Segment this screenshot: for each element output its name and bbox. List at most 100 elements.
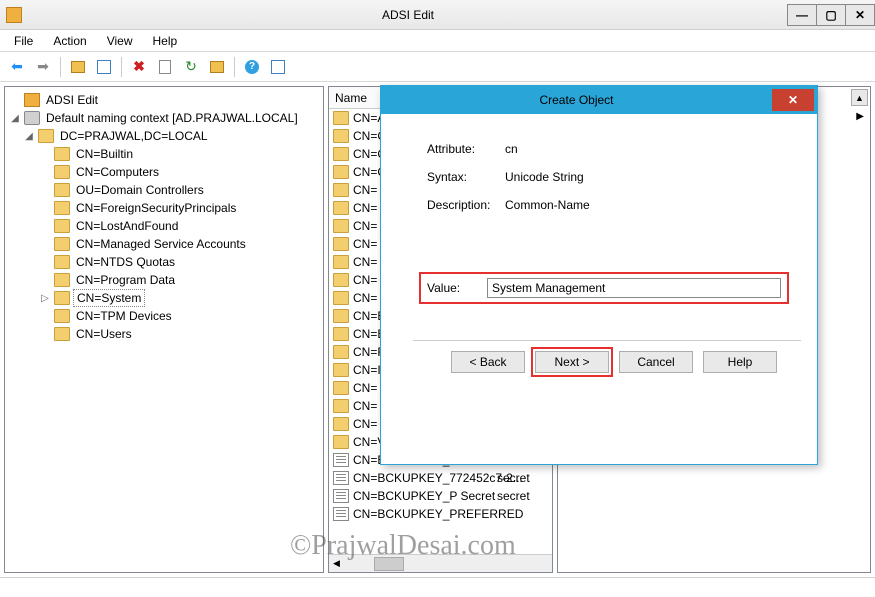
export-icon [210,61,224,73]
back-button[interactable]: < Back [451,351,525,373]
folder-icon [54,219,70,233]
toolbar: ⬅ ➡ ✖ ↻ ? [0,52,875,82]
minimize-button[interactable]: — [787,4,817,26]
tree-item[interactable]: OU=Domain Controllers [7,181,321,199]
context-icon [24,111,40,125]
syntax-label: Syntax: [427,170,505,184]
folder-icon [333,111,349,125]
list-item[interactable]: CN=BCKUPKEY_P Secretsecret [329,487,552,505]
tree-item[interactable]: ▷CN=System [7,289,321,307]
list-item[interactable]: CN=BCKUPKEY_772452c7-2...secret [329,469,552,487]
folder-icon [333,363,349,377]
app-icon [6,7,22,23]
folder-icon [333,435,349,449]
cancel-button[interactable]: Cancel [619,351,693,373]
folder-icon [54,255,70,269]
close-button[interactable]: ✕ [845,4,875,26]
menu-view[interactable]: View [99,32,141,50]
dialog-close-button[interactable]: ✕ [772,89,814,111]
syntax-value: Unicode String [505,170,584,184]
folder-icon [54,237,70,251]
folder-icon [333,399,349,413]
menu-help[interactable]: Help [145,32,186,50]
attribute-value: cn [505,142,518,156]
folder-icon [333,291,349,305]
next-button[interactable]: Next > [535,351,609,373]
folder-icon [54,291,70,305]
folder-icon [54,327,70,341]
sheet-button[interactable] [154,56,176,78]
window-title: ADSI Edit [28,8,788,22]
file-icon [333,471,349,485]
folder-icon [333,309,349,323]
list-item[interactable]: CN=BCKUPKEY_PREFERRED [329,505,552,523]
folder-icon [333,165,349,179]
file-icon [333,453,349,467]
tree-root[interactable]: ADSI Edit [7,91,321,109]
folder-icon [54,309,70,323]
folder-up-icon [71,61,85,73]
tree-pane: ADSI Edit ◢Default naming context [AD.PR… [4,86,324,573]
export-button[interactable] [206,56,228,78]
folder-icon [333,417,349,431]
window-titlebar: ADSI Edit — ▢ ✕ [0,0,875,30]
refresh-button[interactable]: ↻ [180,56,202,78]
folder-icon [333,183,349,197]
folder-icon [333,237,349,251]
description-label: Description: [427,198,505,212]
menu-file[interactable]: File [6,32,41,50]
help-button[interactable]: ? [241,56,263,78]
tree-item[interactable]: CN=Computers [7,163,321,181]
arrow-right-icon: ➡ [37,58,49,75]
tree-item[interactable]: CN=Managed Service Accounts [7,235,321,253]
panel-icon [271,60,285,74]
folder-icon [333,345,349,359]
folder-icon [54,201,70,215]
menu-bar: File Action View Help [0,30,875,52]
dialog-title: Create Object [381,93,772,107]
create-object-dialog: Create Object ✕ Attribute:cn Syntax:Unic… [380,85,818,465]
folder-icon [333,147,349,161]
tree-context[interactable]: ◢Default naming context [AD.PRAJWAL.LOCA… [7,109,321,127]
folder-icon [54,273,70,287]
tree-item[interactable]: CN=NTDS Quotas [7,253,321,271]
folder-icon [333,255,349,269]
folder-icon [333,219,349,233]
menu-action[interactable]: Action [45,32,94,50]
folder-icon [333,273,349,287]
folder-icon [54,147,70,161]
tree-item[interactable]: CN=Program Data [7,271,321,289]
delete-button[interactable]: ✖ [128,56,150,78]
tree-item[interactable]: CN=Builtin [7,145,321,163]
properties-button[interactable] [93,56,115,78]
folder-icon [333,327,349,341]
tree-item[interactable]: CN=ForeignSecurityPrincipals [7,199,321,217]
value-label: Value: [427,281,487,295]
arrow-left-icon: ⬅ [11,58,23,75]
value-input[interactable] [487,278,781,298]
folder-icon [333,381,349,395]
forward-button[interactable]: ➡ [32,56,54,78]
maximize-button[interactable]: ▢ [816,4,846,26]
description-value: Common-Name [505,198,590,212]
tree-item[interactable]: CN=Users [7,325,321,343]
up-button[interactable] [67,56,89,78]
attribute-label: Attribute: [427,142,505,156]
back-button[interactable]: ⬅ [6,56,28,78]
tree-item[interactable]: CN=TPM Devices [7,307,321,325]
show-hide-button[interactable] [267,56,289,78]
play-icon: ▶ [856,111,864,122]
tree-dc[interactable]: ◢DC=PRAJWAL,DC=LOCAL [7,127,321,145]
refresh-icon: ↻ [185,58,197,75]
file-icon [333,489,349,503]
folder-icon [38,129,54,143]
scroll-up-button[interactable]: ▲ [851,89,868,106]
sheet-icon [159,60,171,74]
delete-icon: ✖ [133,58,145,75]
tree-item[interactable]: CN=LostAndFound [7,217,321,235]
properties-icon [97,60,111,74]
adsi-icon [24,93,40,107]
status-bar [0,577,875,597]
dialog-help-button[interactable]: Help [703,351,777,373]
horizontal-scrollbar[interactable]: ◀ [329,554,552,572]
